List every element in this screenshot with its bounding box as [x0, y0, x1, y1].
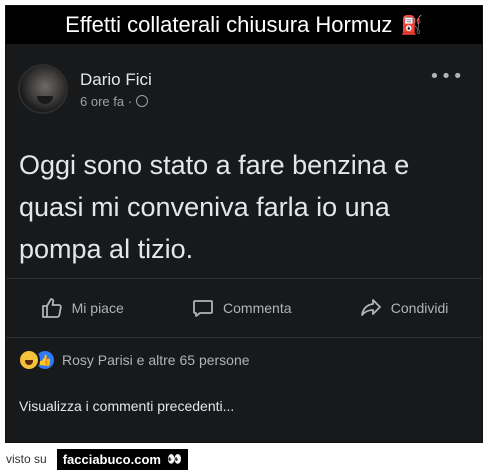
author-name[interactable]: Dario Fici: [80, 70, 152, 90]
meme-title: Effetti collaterali chiusura Hormuz: [65, 12, 393, 37]
watermark-footer: visto su facciabuco.com 👀: [0, 445, 488, 473]
like-label: Mi piace: [71, 300, 124, 316]
post-header: Dario Fici 6 ore fa ·: [18, 64, 152, 114]
seen-on-label: visto su: [6, 452, 47, 466]
comment-label: Commenta: [223, 300, 292, 316]
post-meta: 6 ore fa ·: [80, 94, 152, 109]
comment-button[interactable]: Commenta: [191, 296, 292, 320]
author-block: Dario Fici 6 ore fa ·: [80, 70, 152, 109]
globe-icon: [136, 95, 149, 107]
fuel-pump-icon: ⛽: [400, 14, 423, 35]
share-label: Condividi: [390, 300, 449, 316]
site-name: facciabuco.com: [62, 451, 161, 467]
comment-bubble-icon: [193, 300, 213, 317]
site-logo[interactable]: facciabuco.com 👀: [56, 448, 188, 470]
post-text: Oggi sono stato a fare benzina e quasi m…: [19, 150, 410, 264]
more-options-icon[interactable]: •••: [429, 66, 464, 87]
view-previous-comments-link[interactable]: Visualizza i commenti precedenti...: [19, 398, 234, 414]
thumbs-up-icon: [41, 298, 62, 318]
reactions-summary[interactable]: 👍 Rosy Parisi e altre 65 persone: [18, 349, 250, 371]
avatar[interactable]: [18, 64, 68, 114]
like-button[interactable]: Mi piace: [40, 296, 124, 320]
haha-reaction-icon: [18, 349, 40, 371]
post-card: Effetti collaterali chiusura Hormuz ⛽ Da…: [5, 5, 483, 443]
reaction-icons: 👍: [18, 349, 56, 371]
post-time[interactable]: 6 ore fa ·: [80, 94, 132, 109]
meme-title-bar: Effetti collaterali chiusura Hormuz ⛽: [6, 6, 482, 44]
share-button[interactable]: Condividi: [359, 296, 449, 320]
reactions-text: Rosy Parisi e altre 65 persone: [62, 352, 250, 368]
share-arrow-icon: [360, 299, 381, 316]
eyes-icon: 👀: [166, 452, 182, 466]
meme-frame: Effetti collaterali chiusura Hormuz ⛽ Da…: [0, 0, 488, 445]
post-actions-bar: Mi piace Commenta Condividi: [6, 278, 482, 338]
